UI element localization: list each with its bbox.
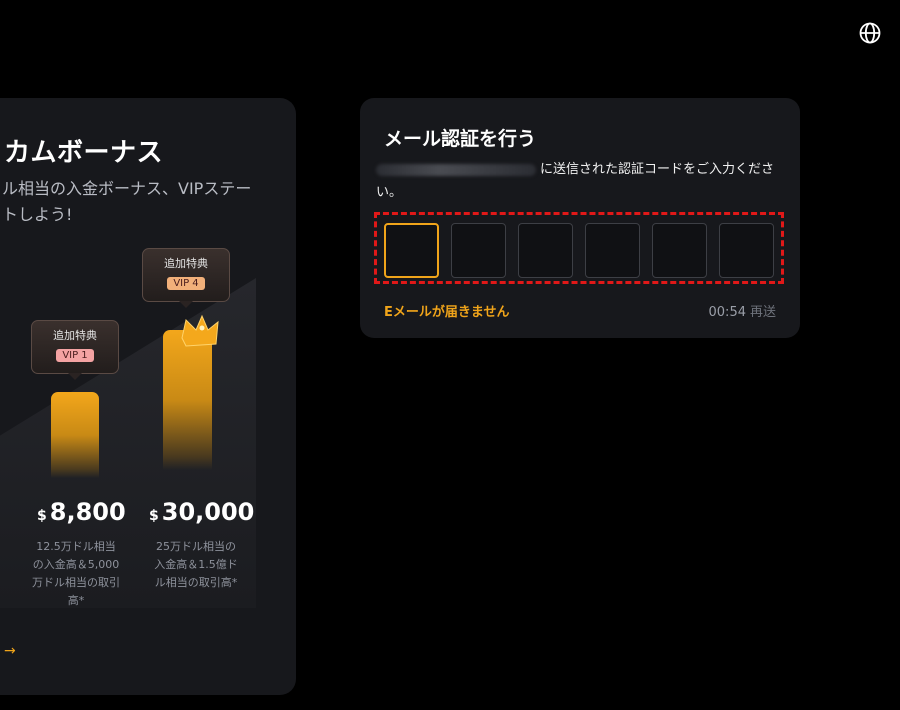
badge-title: 追加特典 xyxy=(53,329,97,342)
resend-button[interactable]: 再送 xyxy=(750,305,776,320)
arrow-right-icon[interactable]: → xyxy=(4,643,16,659)
countdown: 00:54 xyxy=(708,305,746,320)
currency-symbol: $ xyxy=(149,508,159,524)
code-digit-3[interactable] xyxy=(518,223,573,278)
code-digit-4[interactable] xyxy=(585,223,640,278)
welcome-bonus-card: カムボーナス ル相当の入金ボーナス、VIPステー トしよう! 追加特典 VIP … xyxy=(0,98,296,695)
email-not-received-link[interactable]: Eメールが届きません xyxy=(384,301,510,320)
currency-symbol: $ xyxy=(37,508,47,524)
tier-bar-vip1 xyxy=(51,392,99,478)
tier-bar-vip4 xyxy=(163,330,212,470)
vip-label: VIP 1 xyxy=(56,349,94,362)
verify-description: に送信された認証コードをご入力ください。 xyxy=(376,158,776,204)
code-input-group xyxy=(374,212,784,284)
verify-title: メール認証を行う xyxy=(384,128,537,150)
code-digit-6[interactable] xyxy=(719,223,774,278)
tier-badge-vip1: 追加特典 VIP 1 xyxy=(31,320,119,380)
tier-description-vip1: 12.5万ドル相当 の入金高＆5,000 万ドル相当の取引 高* xyxy=(32,540,120,607)
globe-icon[interactable] xyxy=(858,21,882,45)
promo-title: カムボーナス xyxy=(4,138,164,168)
tier-description-vip4: 25万ドル相当の 入金高＆1.5億ド ル相当の取引高* xyxy=(154,540,238,589)
tier-amount-vip4: $30,000 xyxy=(149,498,254,526)
code-digit-2[interactable] xyxy=(451,223,506,278)
amount-value: 8,800 xyxy=(49,498,126,526)
promo-subtitle: ル相当の入金ボーナス、VIPステー トしよう! xyxy=(2,179,252,224)
email-verification-card: メール認証を行う に送信された認証コードをご入力ください。 Eメールが届きません… xyxy=(360,98,800,338)
vip-label: VIP 4 xyxy=(167,277,205,290)
resend-timer: 00:54 再送 xyxy=(709,301,776,320)
crown-icon xyxy=(181,314,219,347)
page-root: カムボーナス ル相当の入金ボーナス、VIPステー トしよう! 追加特典 VIP … xyxy=(0,0,900,710)
tier-badge-vip4: 追加特典 VIP 4 xyxy=(142,248,230,308)
amount-value: 30,000 xyxy=(161,498,255,526)
masked-email xyxy=(376,163,536,176)
code-digit-1[interactable] xyxy=(384,223,439,278)
badge-title: 追加特典 xyxy=(164,257,208,270)
code-digit-5[interactable] xyxy=(652,223,707,278)
tier-amount-vip1: $8,800 xyxy=(37,498,126,526)
